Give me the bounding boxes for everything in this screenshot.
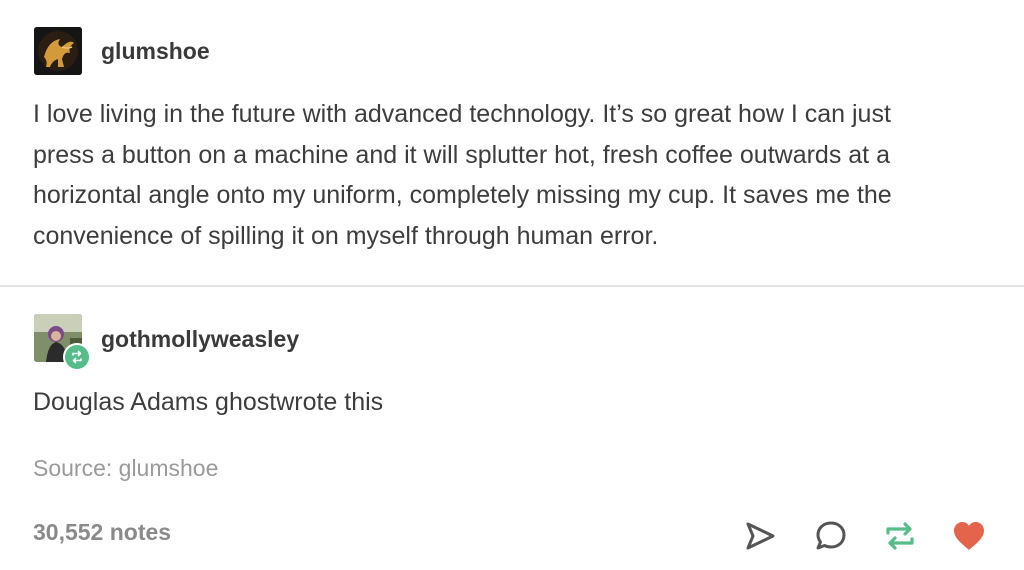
- post-divider: [0, 285, 1024, 287]
- username-gothmollyweasley[interactable]: gothmollyweasley: [101, 326, 299, 353]
- post-body-line: horizontal angle onto my uniform, comple…: [33, 181, 892, 209]
- post-body-text: I love living in the future with advance…: [33, 94, 993, 256]
- griffin-logo-icon[interactable]: [34, 27, 82, 75]
- post-body-line: I love living in the future with advance…: [33, 100, 891, 128]
- share-icon[interactable]: [741, 517, 779, 555]
- source-link[interactable]: Source: glumshoe: [33, 455, 218, 482]
- notes-count[interactable]: 30,552 notes: [33, 519, 171, 546]
- reblog-badge-icon: [63, 343, 91, 371]
- reply-icon[interactable]: [812, 517, 850, 555]
- post-body-line: convenience of spilling it on myself thr…: [33, 221, 659, 250]
- reblog-body-text: Douglas Adams ghostwrote this: [33, 388, 384, 416]
- username-glumshoe[interactable]: glumshoe: [101, 38, 210, 65]
- heart-icon[interactable]: [950, 517, 988, 555]
- post-body-line: press a button on a machine and it will …: [33, 140, 890, 169]
- reblog-icon[interactable]: [881, 517, 919, 555]
